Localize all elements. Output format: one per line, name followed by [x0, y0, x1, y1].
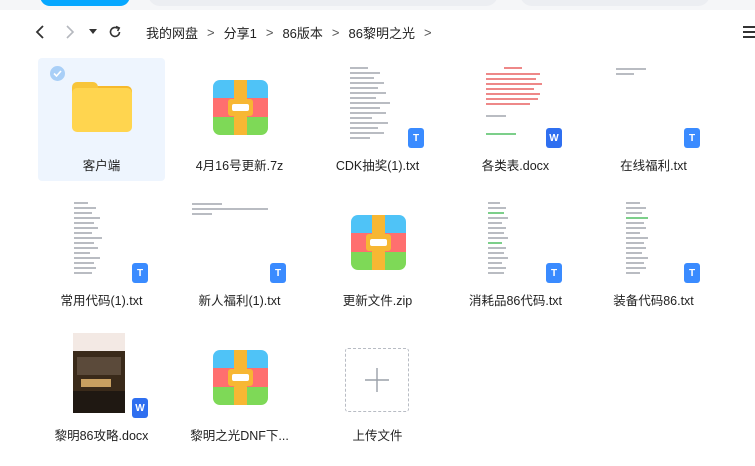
docx-preview-thumbnail	[482, 63, 546, 143]
txt-preview-thumbnail	[612, 63, 682, 143]
breadcrumb-item-version[interactable]: 86版本	[282, 23, 322, 42]
file-name: 更新文件.zip	[342, 294, 413, 308]
back-button[interactable]	[28, 14, 52, 50]
file-name: CDK抽奖(1).txt	[335, 159, 420, 173]
txt-file-icon: T	[270, 263, 286, 283]
docx-file-icon: W	[132, 398, 148, 418]
file-item-folder[interactable]: 客户端	[38, 58, 165, 181]
breadcrumb-item-share[interactable]: 分享1	[224, 23, 257, 42]
txt-file-icon: T	[408, 128, 424, 148]
chevron-right-icon	[66, 25, 75, 39]
breadcrumb-item-my-drive[interactable]: 我的网盘	[146, 23, 198, 42]
file-name: 黎明之光DNF下...	[190, 429, 289, 443]
docx-file-icon: W	[546, 128, 562, 148]
navigation-bar: 我的网盘 > 分享1 > 86版本 > 86黎明之光 >	[0, 14, 755, 50]
txt-preview-thumbnail	[70, 198, 126, 278]
archive-icon	[213, 80, 268, 135]
txt-preview-thumbnail	[622, 198, 678, 278]
chevron-left-icon	[35, 25, 44, 39]
txt-preview-thumbnail	[484, 198, 540, 278]
txt-file-icon: T	[684, 128, 700, 148]
txt-file-icon: T	[684, 263, 700, 283]
file-item-txt[interactable]: T 在线福利.txt	[590, 58, 717, 181]
breadcrumb-separator: >	[331, 24, 340, 40]
file-item-archive[interactable]: 黎明之光DNF下...	[176, 328, 303, 451]
archive-icon	[351, 215, 406, 270]
breadcrumb-item-current-folder[interactable]: 86黎明之光	[349, 23, 415, 42]
refresh-icon	[109, 25, 121, 38]
file-item-txt[interactable]: T 装备代码86.txt	[590, 193, 717, 316]
plus-icon	[365, 368, 389, 392]
breadcrumb-separator: >	[423, 24, 432, 40]
file-item-txt[interactable]: T 常用代码(1).txt	[38, 193, 165, 316]
txt-file-icon: T	[132, 263, 148, 283]
archive-icon	[213, 350, 268, 405]
docx-preview-thumbnail	[73, 333, 125, 413]
txt-preview-thumbnail	[186, 198, 290, 268]
upload-file-button[interactable]: 上传文件	[314, 328, 441, 451]
breadcrumb: 我的网盘 > 分享1 > 86版本 > 86黎明之光 >	[146, 14, 441, 50]
file-item-txt[interactable]: T CDK抽奖(1).txt	[314, 58, 441, 181]
file-name: 黎明86攻略.docx	[54, 429, 149, 443]
history-dropdown-button[interactable]	[86, 14, 100, 50]
file-name: 客户端	[82, 159, 121, 173]
file-item-archive[interactable]: 更新文件.zip	[314, 193, 441, 316]
file-name: 新人福利(1).txt	[198, 294, 281, 308]
view-menu-icon[interactable]	[743, 26, 755, 38]
file-name: 装备代码86.txt	[613, 294, 694, 308]
forward-button[interactable]	[58, 14, 82, 50]
file-item-txt[interactable]: T 消耗品86代码.txt	[452, 193, 579, 316]
folder-icon	[72, 82, 132, 132]
selected-check-icon[interactable]	[50, 66, 65, 81]
file-item-txt[interactable]: T 新人福利(1).txt	[176, 193, 303, 316]
txt-file-icon: T	[546, 263, 562, 283]
upload-label: 上传文件	[352, 429, 403, 443]
caret-down-icon	[89, 29, 97, 34]
file-item-docx[interactable]: W 黎明86攻略.docx	[38, 328, 165, 451]
file-name: 在线福利.txt	[620, 159, 687, 173]
file-item-archive[interactable]: 4月16号更新.7z	[176, 58, 303, 181]
txt-preview-thumbnail	[346, 63, 402, 143]
upload-box[interactable]	[345, 348, 409, 412]
toolbar-edge	[520, 0, 710, 6]
file-item-docx[interactable]: W 各类表.docx	[452, 58, 579, 181]
file-name: 各类表.docx	[481, 159, 550, 173]
top-tab-strip	[0, 0, 755, 10]
refresh-button[interactable]	[104, 14, 126, 50]
file-name: 消耗品86代码.txt	[468, 294, 563, 308]
file-name: 常用代码(1).txt	[60, 294, 143, 308]
search-bar-edge[interactable]	[148, 0, 498, 6]
breadcrumb-separator: >	[207, 24, 215, 40]
file-name: 4月16号更新.7z	[195, 159, 284, 173]
breadcrumb-separator: >	[265, 24, 274, 40]
active-tab-indicator[interactable]	[40, 0, 130, 6]
